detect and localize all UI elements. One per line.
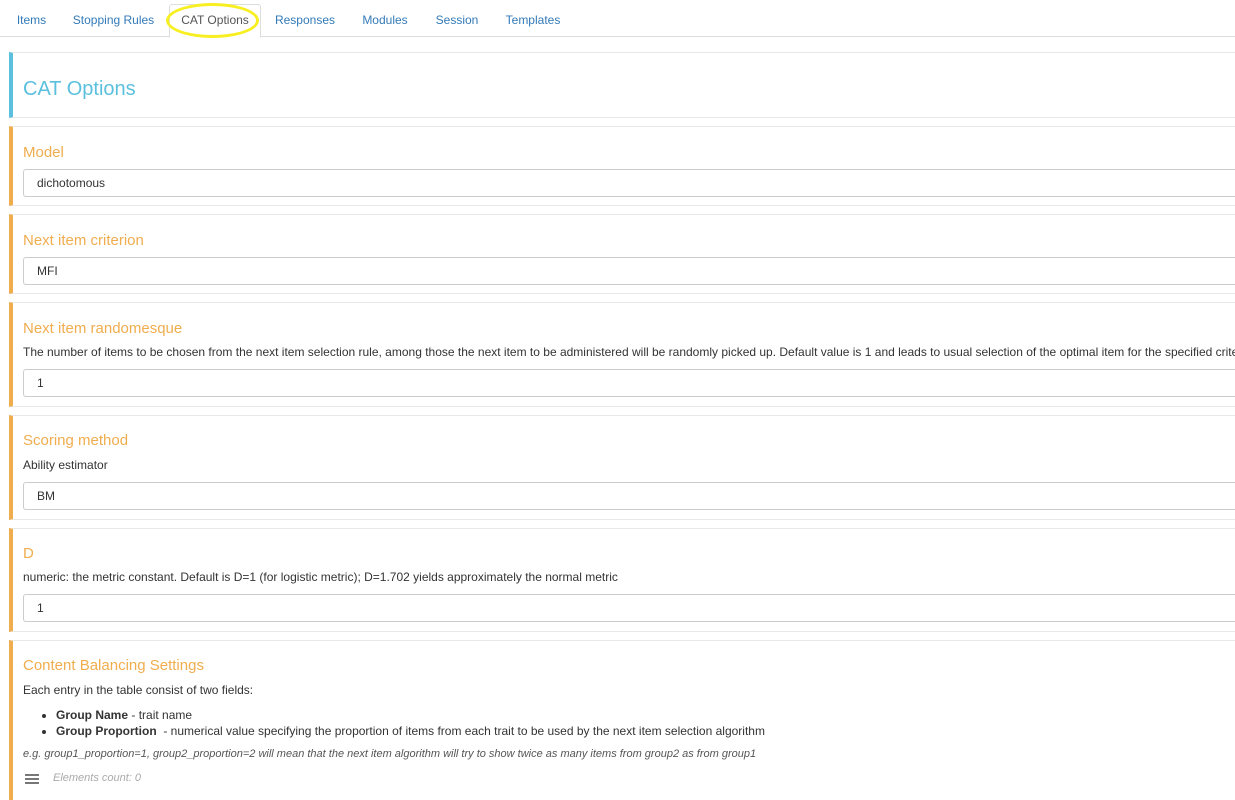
model-heading: Model — [23, 144, 64, 161]
model-select[interactable]: dichotomous — [23, 169, 1235, 197]
d-constant-panel: D numeric: the metric constant. Default … — [9, 528, 1235, 632]
randomesque-description: The number of items to be chosen from th… — [23, 345, 1235, 359]
field-desc: numerical value specifying the proportio… — [170, 724, 765, 738]
tab-responses[interactable]: Responses — [265, 4, 345, 37]
list-item: Group Name - trait name — [56, 707, 765, 723]
field-separator: - — [128, 708, 139, 722]
randomesque-panel: Next item randomesque The number of item… — [9, 302, 1235, 407]
scoring-method-heading: Scoring method — [23, 432, 129, 449]
next-item-criterion-panel: Next item criterion MFI — [9, 214, 1235, 294]
tab-templates[interactable]: Templates — [496, 4, 570, 37]
content-balancing-example: e.g. group1_proportion=1, group2_proport… — [23, 748, 757, 760]
scoring-method-panel: Scoring method Ability estimator BM — [9, 415, 1235, 520]
randomesque-heading: Next item randomesque — [23, 320, 183, 337]
field-name: Group Name — [56, 708, 129, 722]
tab-stopping-rules[interactable]: Stopping Rules — [63, 4, 164, 37]
randomesque-input[interactable]: 1 — [23, 369, 1235, 397]
content-balancing-panel: Content Balancing Settings Each entry in… — [9, 640, 1235, 800]
list-item: Group Proportion - numerical value speci… — [56, 723, 765, 739]
tab-bar: Items Stopping Rules CAT Options Respons… — [0, 0, 1235, 38]
tab-cat-options[interactable]: CAT Options — [169, 4, 261, 38]
content-balancing-field-list: Group Name - trait name Group Proportion… — [23, 707, 765, 739]
content-balancing-description: Each entry in the table consist of two f… — [23, 683, 254, 697]
content-balancing-heading: Content Balancing Settings — [23, 657, 204, 674]
next-item-criterion-heading: Next item criterion — [23, 232, 144, 249]
list-icon[interactable] — [25, 774, 39, 784]
next-item-criterion-select[interactable]: MFI — [23, 257, 1235, 285]
page-title-panel: CAT Options — [9, 52, 1235, 118]
page-title: CAT Options — [23, 78, 136, 100]
tab-modules[interactable]: Modules — [352, 4, 418, 37]
d-constant-heading: D — [23, 545, 34, 562]
d-constant-description: numeric: the metric constant. Default is… — [23, 570, 618, 584]
scoring-method-description: Ability estimator — [23, 458, 108, 472]
tab-session[interactable]: Session — [425, 4, 489, 37]
field-name: Group Proportion — [56, 724, 157, 738]
ability-estimator-select[interactable]: BM — [23, 482, 1235, 510]
tab-items[interactable]: Items — [4, 4, 59, 37]
elements-count: Elements count: 0 — [53, 772, 142, 784]
field-separator: - — [156, 724, 171, 738]
model-panel: Model dichotomous — [9, 126, 1235, 206]
d-constant-input[interactable]: 1 — [23, 594, 1235, 622]
field-desc: trait name — [138, 708, 193, 722]
